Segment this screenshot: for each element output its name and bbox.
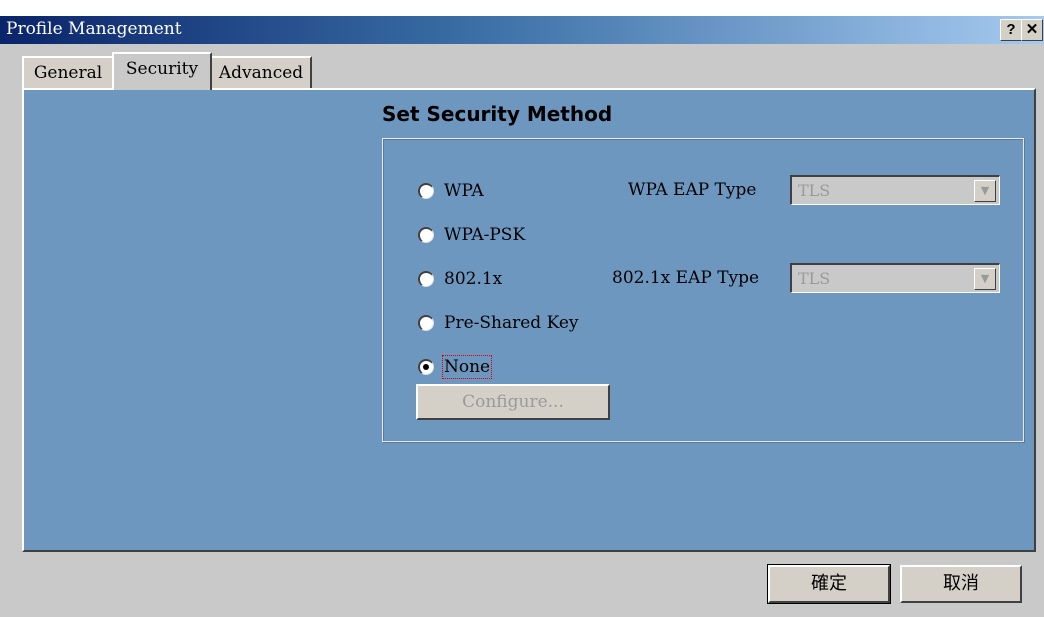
- radio-none-indicator[interactable]: [418, 359, 434, 375]
- chevron-down-icon[interactable]: ▼: [974, 268, 996, 290]
- radio-option-pre-shared-key[interactable]: Pre-Shared Key: [418, 310, 578, 336]
- 8021x-eap-type-value: TLS: [798, 269, 831, 288]
- radio-none-label: None: [441, 355, 493, 379]
- configure-button[interactable]: Configure...: [416, 384, 610, 420]
- tab-security[interactable]: Security: [112, 52, 212, 90]
- security-method-group-title: Set Security Method: [382, 102, 613, 126]
- tab-general[interactable]: General: [22, 56, 114, 88]
- window-title: Profile Management: [6, 19, 182, 39]
- radio-wpa-indicator[interactable]: [418, 183, 434, 199]
- tab-advanced[interactable]: Advanced: [210, 56, 312, 88]
- radio-option-wpa[interactable]: WPA: [418, 178, 484, 204]
- radio-wpa-label: WPA: [444, 181, 484, 201]
- 8021x-eap-type-label: 802.1x EAP Type: [612, 268, 760, 288]
- chevron-down-icon[interactable]: ▼: [974, 180, 996, 202]
- close-button[interactable]: ✕: [1021, 19, 1043, 41]
- cancel-button[interactable]: 取消: [900, 565, 1022, 603]
- radio-pre-shared-key-label: Pre-Shared Key: [444, 313, 579, 333]
- title-bar: Profile Management ? ✕: [0, 16, 1044, 44]
- radio-8021x-indicator[interactable]: [418, 271, 434, 287]
- wpa-eap-type-label: WPA EAP Type: [628, 180, 757, 200]
- radio-8021x-label: 802.1x: [444, 269, 503, 289]
- radio-wpa-psk-label: WPA-PSK: [444, 225, 526, 245]
- radio-option-wpa-psk[interactable]: WPA-PSK: [418, 222, 525, 248]
- help-button[interactable]: ?: [1000, 19, 1022, 41]
- radio-option-8021x[interactable]: 802.1x: [418, 266, 502, 292]
- radio-option-none[interactable]: None: [418, 354, 493, 380]
- ok-button[interactable]: 確定: [767, 564, 891, 604]
- wpa-eap-type-value: TLS: [798, 181, 831, 200]
- 8021x-eap-type-select[interactable]: TLS ▼: [790, 263, 1000, 293]
- radio-pre-shared-key-indicator[interactable]: [418, 315, 434, 331]
- wpa-eap-type-select[interactable]: TLS ▼: [790, 175, 1000, 205]
- radio-wpa-psk-indicator[interactable]: [418, 227, 434, 243]
